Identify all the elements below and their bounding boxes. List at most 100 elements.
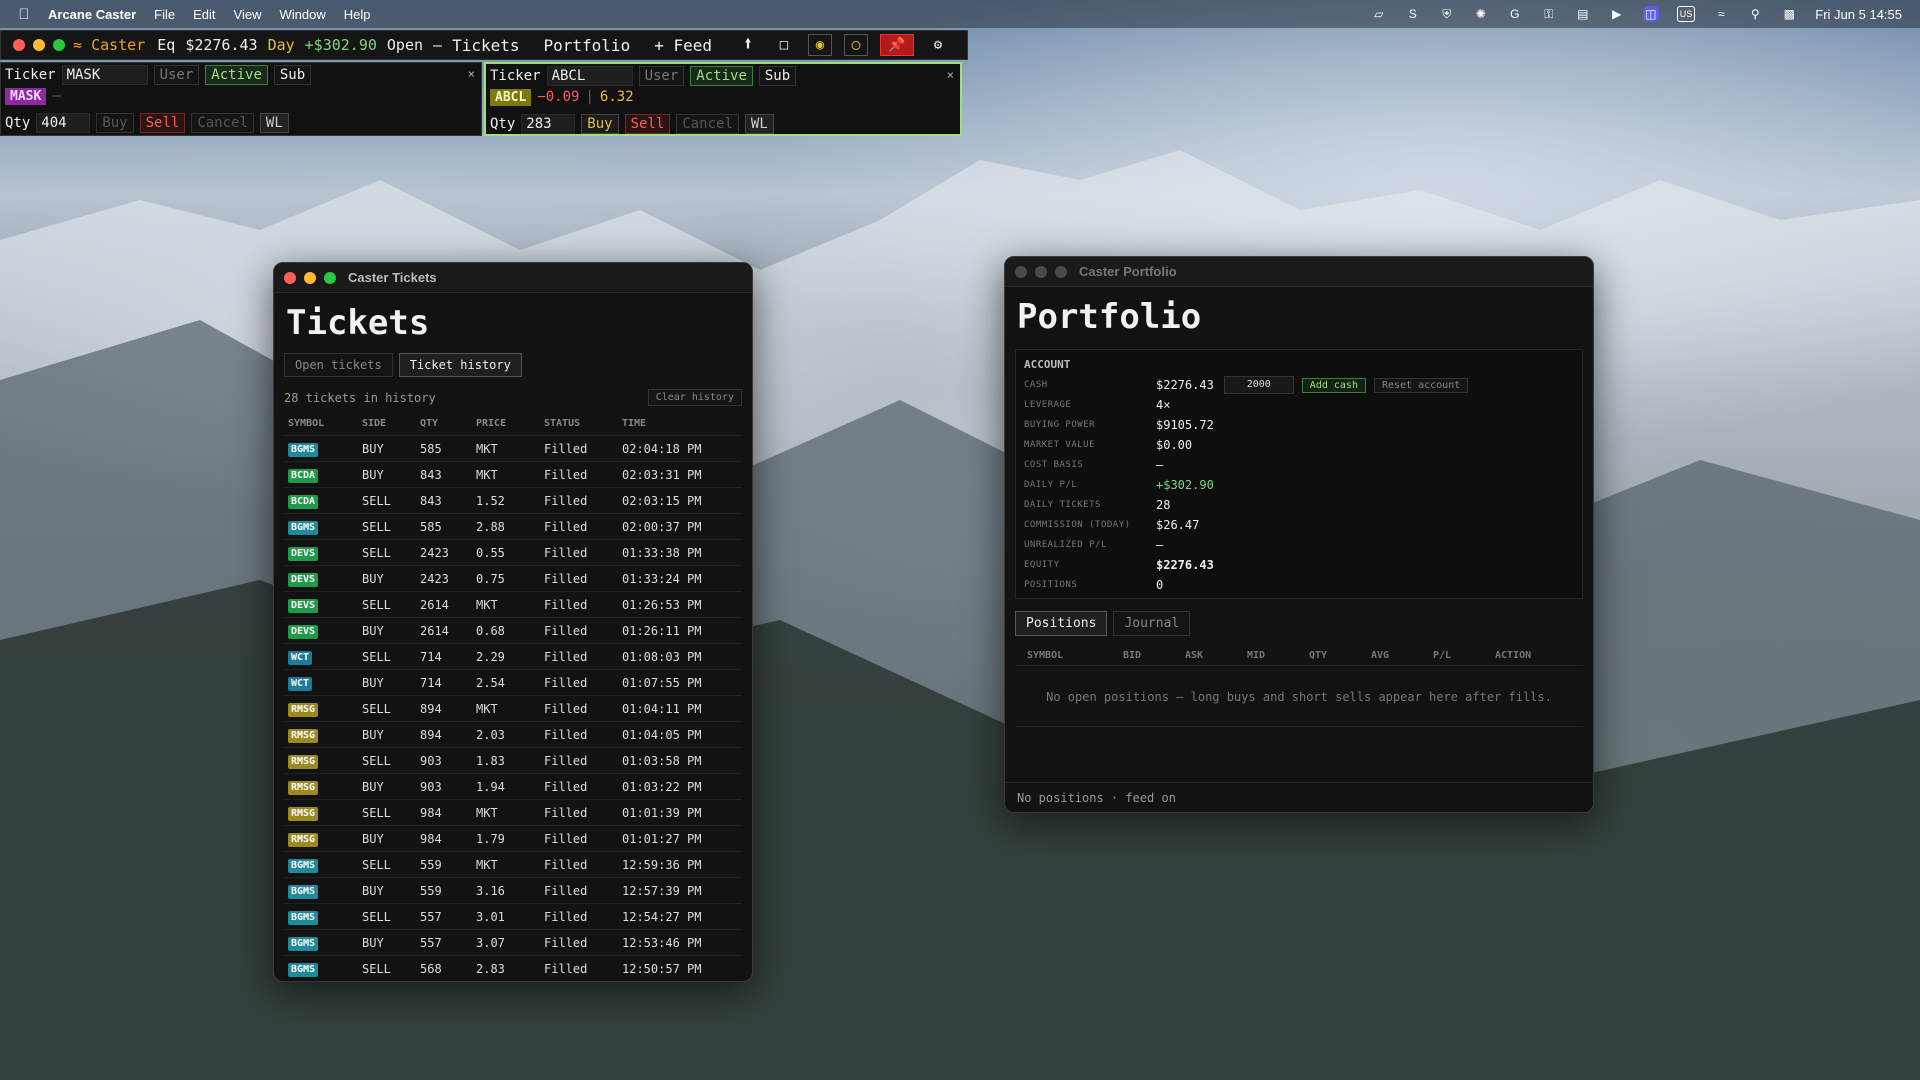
ring-icon[interactable]: ◯	[844, 34, 868, 56]
apple-icon[interactable]: 	[0, 6, 48, 23]
skype-icon[interactable]: S	[1405, 6, 1421, 22]
grammar-icon[interactable]: G	[1507, 6, 1523, 22]
zoom-window-button[interactable]	[1055, 265, 1067, 278]
arrow-up-icon[interactable]: 🠙	[736, 34, 760, 56]
table-row[interactable]: WCT SELL 714 2.29 Filled 01:08:03 PM	[284, 643, 742, 670]
table-row[interactable]: RMSG BUY 894 2.03 Filled 01:04:05 PM	[284, 721, 742, 748]
control-center-icon[interactable]: ▩	[1781, 6, 1797, 22]
qty-cell: 585	[416, 513, 472, 540]
cash-amount-input[interactable]: 2000	[1223, 376, 1294, 394]
daily-pl-label: DAILY P/L	[1024, 480, 1078, 490]
table-row[interactable]: BGMS BUY 559 3.16 Filled 12:57:39 PM	[284, 877, 742, 904]
active-button[interactable]: Active	[205, 65, 268, 85]
wifi-icon[interactable]: ≈	[1713, 6, 1729, 22]
search-icon[interactable]: ⚲	[1747, 6, 1763, 22]
watchlist-button[interactable]: WL	[744, 114, 774, 134]
tab-open-tickets[interactable]: Open tickets	[284, 353, 393, 377]
table-row[interactable]: RMSG SELL 903 1.83 Filled 01:03:58 PM	[284, 747, 742, 774]
app-menu[interactable]: Arcane Caster	[48, 7, 136, 22]
minimize-window-button[interactable]	[33, 39, 45, 51]
user-button[interactable]: User	[638, 66, 685, 86]
table-row[interactable]: BCDA BUY 843 MKT Filled 02:03:31 PM	[284, 461, 742, 488]
table-row[interactable]: BGMS BUY 557 3.07 Filled 12:53:46 PM	[284, 929, 742, 956]
col-avg: AVG	[1371, 650, 1390, 661]
table-row[interactable]: RMSG BUY 984 1.79 Filled 01:01:27 PM	[284, 825, 742, 852]
watchlist-button[interactable]: WL	[259, 113, 289, 133]
user-button[interactable]: User	[153, 65, 200, 85]
table-row[interactable]: BCDA SELL 843 1.52 Filled 02:03:15 PM	[284, 487, 742, 514]
close-icon[interactable]: ×	[468, 67, 475, 81]
screens-icon[interactable]: ◫	[1642, 6, 1659, 22]
table-row[interactable]: DEVS SELL 2614 MKT Filled 01:26:53 PM	[284, 591, 742, 618]
cube-icon[interactable]: ▱	[1371, 6, 1387, 22]
table-row[interactable]: BGMS SELL 559 MKT Filled 12:59:36 PM	[284, 851, 742, 878]
ticker-input[interactable]: ABCL	[546, 66, 633, 86]
tab-positions[interactable]: Positions	[1015, 611, 1108, 636]
table-row[interactable]: WCT BUY 714 2.54 Filled 01:07:55 PM	[284, 669, 742, 696]
cancel-button[interactable]: Cancel	[676, 114, 739, 134]
buy-button[interactable]: Buy	[581, 114, 619, 134]
tab-journal[interactable]: Journal	[1113, 611, 1191, 636]
zoom-window-button[interactable]	[53, 39, 65, 51]
nav-portfolio[interactable]: Portfolio	[544, 36, 631, 55]
ticker-input[interactable]: MASK	[61, 65, 148, 85]
nav-feed[interactable]: + Feed	[654, 36, 712, 55]
fan-icon[interactable]: ✺	[1473, 6, 1489, 22]
reset-account-button[interactable]: Reset account	[1373, 377, 1469, 393]
menubar-clock[interactable]: Fri Jun 5 14:55	[1815, 7, 1902, 22]
menu-view[interactable]: View	[234, 7, 262, 22]
play-icon[interactable]: ▶	[1609, 6, 1625, 22]
table-row[interactable]: BGMS SELL 585 2.88 Filled 02:00:37 PM	[284, 513, 742, 540]
table-row[interactable]: DEVS SELL 2423 0.55 Filled 01:33:38 PM	[284, 539, 742, 566]
shield-icon[interactable]: ⛨	[1439, 6, 1455, 22]
input-source-indicator[interactable]: US	[1676, 6, 1696, 22]
close-window-button[interactable]	[284, 271, 296, 284]
unrealized-row: UNREALIZED P/L —	[1024, 535, 1574, 555]
table-row[interactable]: RMSG SELL 894 MKT Filled 01:04:11 PM	[284, 695, 742, 722]
table-row[interactable]: BGMS BUY 585 MKT Filled 02:04:18 PM	[284, 435, 742, 462]
table-row[interactable]: RMSG SELL 984 MKT Filled 01:01:39 PM	[284, 799, 742, 826]
status-cell: Filled	[540, 435, 618, 462]
table-row[interactable]: DEVS BUY 2614 0.68 Filled 01:26:11 PM	[284, 617, 742, 644]
close-window-button[interactable]	[1015, 265, 1027, 278]
table-row[interactable]: RMSG BUY 903 1.94 Filled 01:03:22 PM	[284, 773, 742, 800]
table-row[interactable]: DEVS BUY 2423 0.75 Filled 01:33:24 PM	[284, 565, 742, 592]
commission-label: COMMISSION (TODAY)	[1024, 520, 1131, 530]
qty-input[interactable]: 283	[521, 114, 576, 134]
table-row[interactable]: BGMS SELL 568 2.83 Filled 12:50:57 PM	[284, 955, 742, 981]
tab-ticket-history[interactable]: Ticket history	[398, 353, 522, 377]
nav-tickets[interactable]: Tickets	[452, 36, 519, 55]
menu-help[interactable]: Help	[344, 7, 371, 22]
menu-file[interactable]: File	[154, 7, 175, 22]
close-icon[interactable]: ×	[947, 68, 954, 82]
vpn-shield-icon[interactable]: ⚿	[1541, 6, 1557, 22]
title-bar[interactable]: Caster Portfolio	[1005, 257, 1593, 287]
gear-icon[interactable]: ⚙	[926, 34, 950, 56]
buy-button[interactable]: Buy	[96, 113, 134, 133]
menu-edit[interactable]: Edit	[193, 7, 215, 22]
cancel-button[interactable]: Cancel	[191, 113, 254, 133]
minimize-window-button[interactable]	[1035, 265, 1047, 278]
pin-icon[interactable]: 📌	[880, 34, 914, 56]
equity-value: $2276.43	[185, 36, 258, 54]
sub-button[interactable]: Sub	[273, 65, 312, 85]
minimize-window-button[interactable]	[304, 271, 316, 284]
add-cash-button[interactable]: Add cash	[1301, 377, 1366, 393]
sell-button[interactable]: Sell	[624, 114, 671, 134]
menu-window[interactable]: Window	[279, 7, 325, 22]
activity-monitor-icon[interactable]: ▤	[1575, 6, 1591, 22]
zoom-window-button[interactable]	[324, 271, 336, 284]
sub-button[interactable]: Sub	[758, 66, 797, 86]
symbol-badge: RMSG	[288, 832, 319, 847]
active-button[interactable]: Active	[690, 66, 753, 86]
title-bar[interactable]: Caster Tickets	[274, 263, 752, 293]
close-window-button[interactable]	[13, 39, 25, 51]
qty-input[interactable]: 404	[36, 113, 91, 133]
target-icon[interactable]: ◉	[808, 34, 832, 56]
price-cell: MKT	[472, 461, 540, 488]
bookmark-icon[interactable]: □	[772, 34, 796, 56]
equity-label: Eq	[157, 36, 176, 54]
clear-history-button[interactable]: Clear history	[647, 389, 742, 406]
table-row[interactable]: BGMS SELL 557 3.01 Filled 12:54:27 PM	[284, 903, 742, 930]
sell-button[interactable]: Sell	[139, 113, 186, 133]
